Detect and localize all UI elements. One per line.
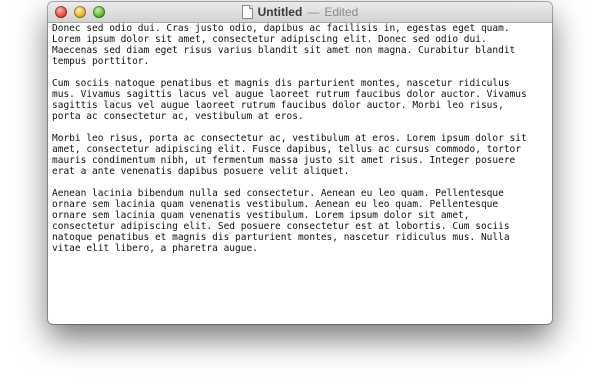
paragraph-2[interactable]: Cum sociis natoque penatibus et magnis d… [52, 78, 548, 122]
window-title: Untitled — Edited [48, 2, 552, 22]
title-bar[interactable]: Untitled — Edited [48, 2, 552, 23]
textedit-window: Untitled — Edited Donec sed odio dui. Cr… [48, 2, 552, 324]
edited-status[interactable]: Edited [324, 5, 358, 19]
document-name[interactable]: Untitled [258, 5, 303, 19]
text-editor-area[interactable]: Donec sed odio dui. Cras justo odio, dap… [48, 23, 552, 324]
paragraph-4[interactable]: Aenean lacinia bibendum nulla sed consec… [52, 188, 548, 254]
paragraph-3[interactable]: Morbi leo risus, porta ac consectetur ac… [52, 133, 548, 177]
title-separator: — [307, 5, 320, 19]
paragraph-1[interactable]: Donec sed odio dui. Cras justo odio, dap… [52, 23, 548, 67]
document-icon[interactable] [241, 5, 253, 19]
